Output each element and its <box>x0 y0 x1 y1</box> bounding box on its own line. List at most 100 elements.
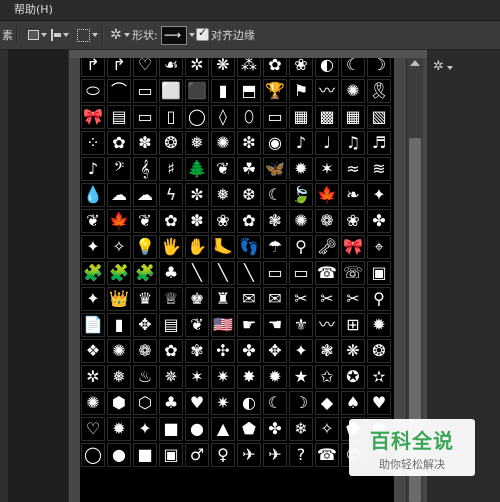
shape-cell[interactable]: 〰 <box>315 79 339 103</box>
shape-cell[interactable]: ✈ <box>263 443 287 467</box>
shape-cell[interactable]: ☁ <box>133 183 157 207</box>
shape-cell[interactable]: ❦ <box>211 157 235 181</box>
shape-cell[interactable]: ♪ <box>81 157 105 181</box>
shape-cell[interactable]: ☾ <box>263 391 287 415</box>
shape-cell[interactable]: ❋ <box>211 58 235 77</box>
shape-cell[interactable]: ❂ <box>159 131 183 155</box>
shape-cell[interactable]: ♛ <box>133 287 157 311</box>
shape-cell[interactable]: ✺ <box>107 339 131 363</box>
shape-cell[interactable]: ✦ <box>367 183 391 207</box>
shape-cell[interactable]: ⬭ <box>81 79 105 103</box>
path-operations-icon[interactable] <box>28 21 47 49</box>
shape-cell[interactable]: ✲ <box>185 58 209 77</box>
shape-cell[interactable]: ▣ <box>159 443 183 467</box>
shape-cell[interactable]: ✹ <box>263 365 287 389</box>
shape-cell[interactable]: ♩ <box>315 131 339 155</box>
shape-cell[interactable]: ✣ <box>211 339 235 363</box>
shape-cell[interactable]: ☾ <box>263 183 287 207</box>
shape-cell[interactable]: ♕ <box>159 287 183 311</box>
shape-cell[interactable]: ♣ <box>159 261 183 285</box>
shape-cell[interactable]: 🦶 <box>211 235 235 259</box>
shape-cell[interactable]: ♫ <box>341 131 365 155</box>
shape-cell[interactable]: ≈ <box>341 157 365 181</box>
chevron-down-icon[interactable] <box>124 21 130 49</box>
shape-cell[interactable]: ♨ <box>133 365 157 389</box>
shape-cell[interactable]: ❃ <box>263 209 287 233</box>
shape-cell[interactable]: ♚ <box>185 287 209 311</box>
shape-cell[interactable]: ⚜ <box>289 313 313 337</box>
shape-cell[interactable]: ⬟ <box>237 417 261 441</box>
shape-cell[interactable]: ✹ <box>107 417 131 441</box>
shape-cell[interactable]: 🦋 <box>263 157 287 181</box>
shape-cell[interactable]: ● <box>185 417 209 441</box>
shape-cell[interactable]: ⚲ <box>289 235 313 259</box>
shape-cell[interactable]: ◐ <box>315 58 339 77</box>
shape-cell[interactable]: ✺ <box>81 391 105 415</box>
shape-cell[interactable]: ▭ <box>263 261 287 285</box>
shape-cell[interactable]: ✤ <box>367 209 391 233</box>
shape-cell[interactable]: ▦ <box>289 105 313 129</box>
shape-cell[interactable]: ✾ <box>185 339 209 363</box>
shape-cell[interactable]: ♂ <box>185 443 209 467</box>
shape-cell[interactable]: ▲ <box>211 417 235 441</box>
shape-cell[interactable]: ❧ <box>341 183 365 207</box>
shape-cell[interactable]: ⬡ <box>133 391 157 415</box>
shape-cell[interactable]: ▮ <box>107 313 131 337</box>
shape-cell[interactable]: ✼ <box>185 183 209 207</box>
shape-cell[interactable]: ♀ <box>211 443 235 467</box>
shape-cell[interactable]: ✈ <box>237 443 261 467</box>
shape-cell[interactable]: ▤ <box>107 105 131 129</box>
shape-cell[interactable]: 〰 <box>315 313 339 337</box>
shape-cell[interactable]: ✷ <box>211 365 235 389</box>
shape-cell[interactable]: 𝄢 <box>107 157 131 181</box>
shape-cell[interactable]: ↱ <box>107 58 131 77</box>
shape-cell[interactable]: 🎀 <box>81 105 105 129</box>
shape-cell[interactable]: ❂ <box>367 339 391 363</box>
shape-cell[interactable]: ✉ <box>263 287 287 311</box>
shape-cell[interactable]: ⌒ <box>107 79 131 103</box>
shape-cell[interactable]: ⁘ <box>81 131 105 155</box>
shape-cell[interactable]: ❅ <box>185 131 209 155</box>
shape-cell[interactable]: ♥ <box>367 391 391 415</box>
shape-cell[interactable]: ✹ <box>289 157 313 181</box>
shape-cell[interactable]: ❆ <box>237 183 261 207</box>
shape-cell[interactable]: ▮ <box>211 79 235 103</box>
shape-cell[interactable]: 🌲 <box>185 157 209 181</box>
shape-cell[interactable]: ✂ <box>341 287 365 311</box>
shape-cell[interactable]: ◯ <box>185 105 209 129</box>
shape-cell[interactable]: ☂ <box>263 235 287 259</box>
shape-cell[interactable]: ⚑ <box>289 79 313 103</box>
shape-cell[interactable]: ☎ <box>315 443 339 467</box>
shape-cell[interactable]: 𝄞 <box>133 157 157 181</box>
shape-cell[interactable]: ✿ <box>107 131 131 155</box>
shape-cell[interactable]: ♡ <box>81 417 105 441</box>
shape-cell[interactable]: ❦ <box>185 313 209 337</box>
shape-cell[interactable]: ✂ <box>315 287 339 311</box>
shape-cell[interactable]: ❃ <box>315 339 339 363</box>
shape-cell[interactable]: ☛ <box>237 313 261 337</box>
shape-cell[interactable]: ╲ <box>211 261 235 285</box>
shape-cell[interactable]: ▭ <box>133 105 157 129</box>
shape-cell[interactable]: ❅ <box>107 365 131 389</box>
shape-cell[interactable]: ❇ <box>237 131 261 155</box>
shape-cell[interactable]: ✵ <box>159 365 183 389</box>
shape-picker[interactable]: ⟶ <box>161 26 187 45</box>
shape-cell[interactable]: ☘ <box>237 157 261 181</box>
shape-cell[interactable]: ✷ <box>211 391 235 415</box>
shape-cell[interactable]: ✤ <box>237 339 261 363</box>
shape-cell[interactable]: ✿ <box>237 209 261 233</box>
shape-cell[interactable]: ✧ <box>107 235 131 259</box>
shape-cell[interactable]: ⬜ <box>159 79 183 103</box>
shape-cell[interactable]: ◐ <box>237 391 261 415</box>
shape-cell[interactable]: ♜ <box>211 287 235 311</box>
shape-cell[interactable]: ▭ <box>289 261 313 285</box>
shape-cell[interactable]: ⬢ <box>107 391 131 415</box>
shape-cell[interactable]: ⬒ <box>237 79 261 103</box>
shape-cell[interactable]: ❖ <box>81 339 105 363</box>
shape-cell[interactable]: ✩ <box>315 365 339 389</box>
shape-cell[interactable]: 🧩 <box>81 261 105 285</box>
shape-cell[interactable]: 🍁 <box>107 209 131 233</box>
shape-cell[interactable]: ◉ <box>263 131 287 155</box>
shape-cell[interactable]: ☏ <box>341 261 365 285</box>
path-arrangement-icon[interactable] <box>77 21 98 49</box>
